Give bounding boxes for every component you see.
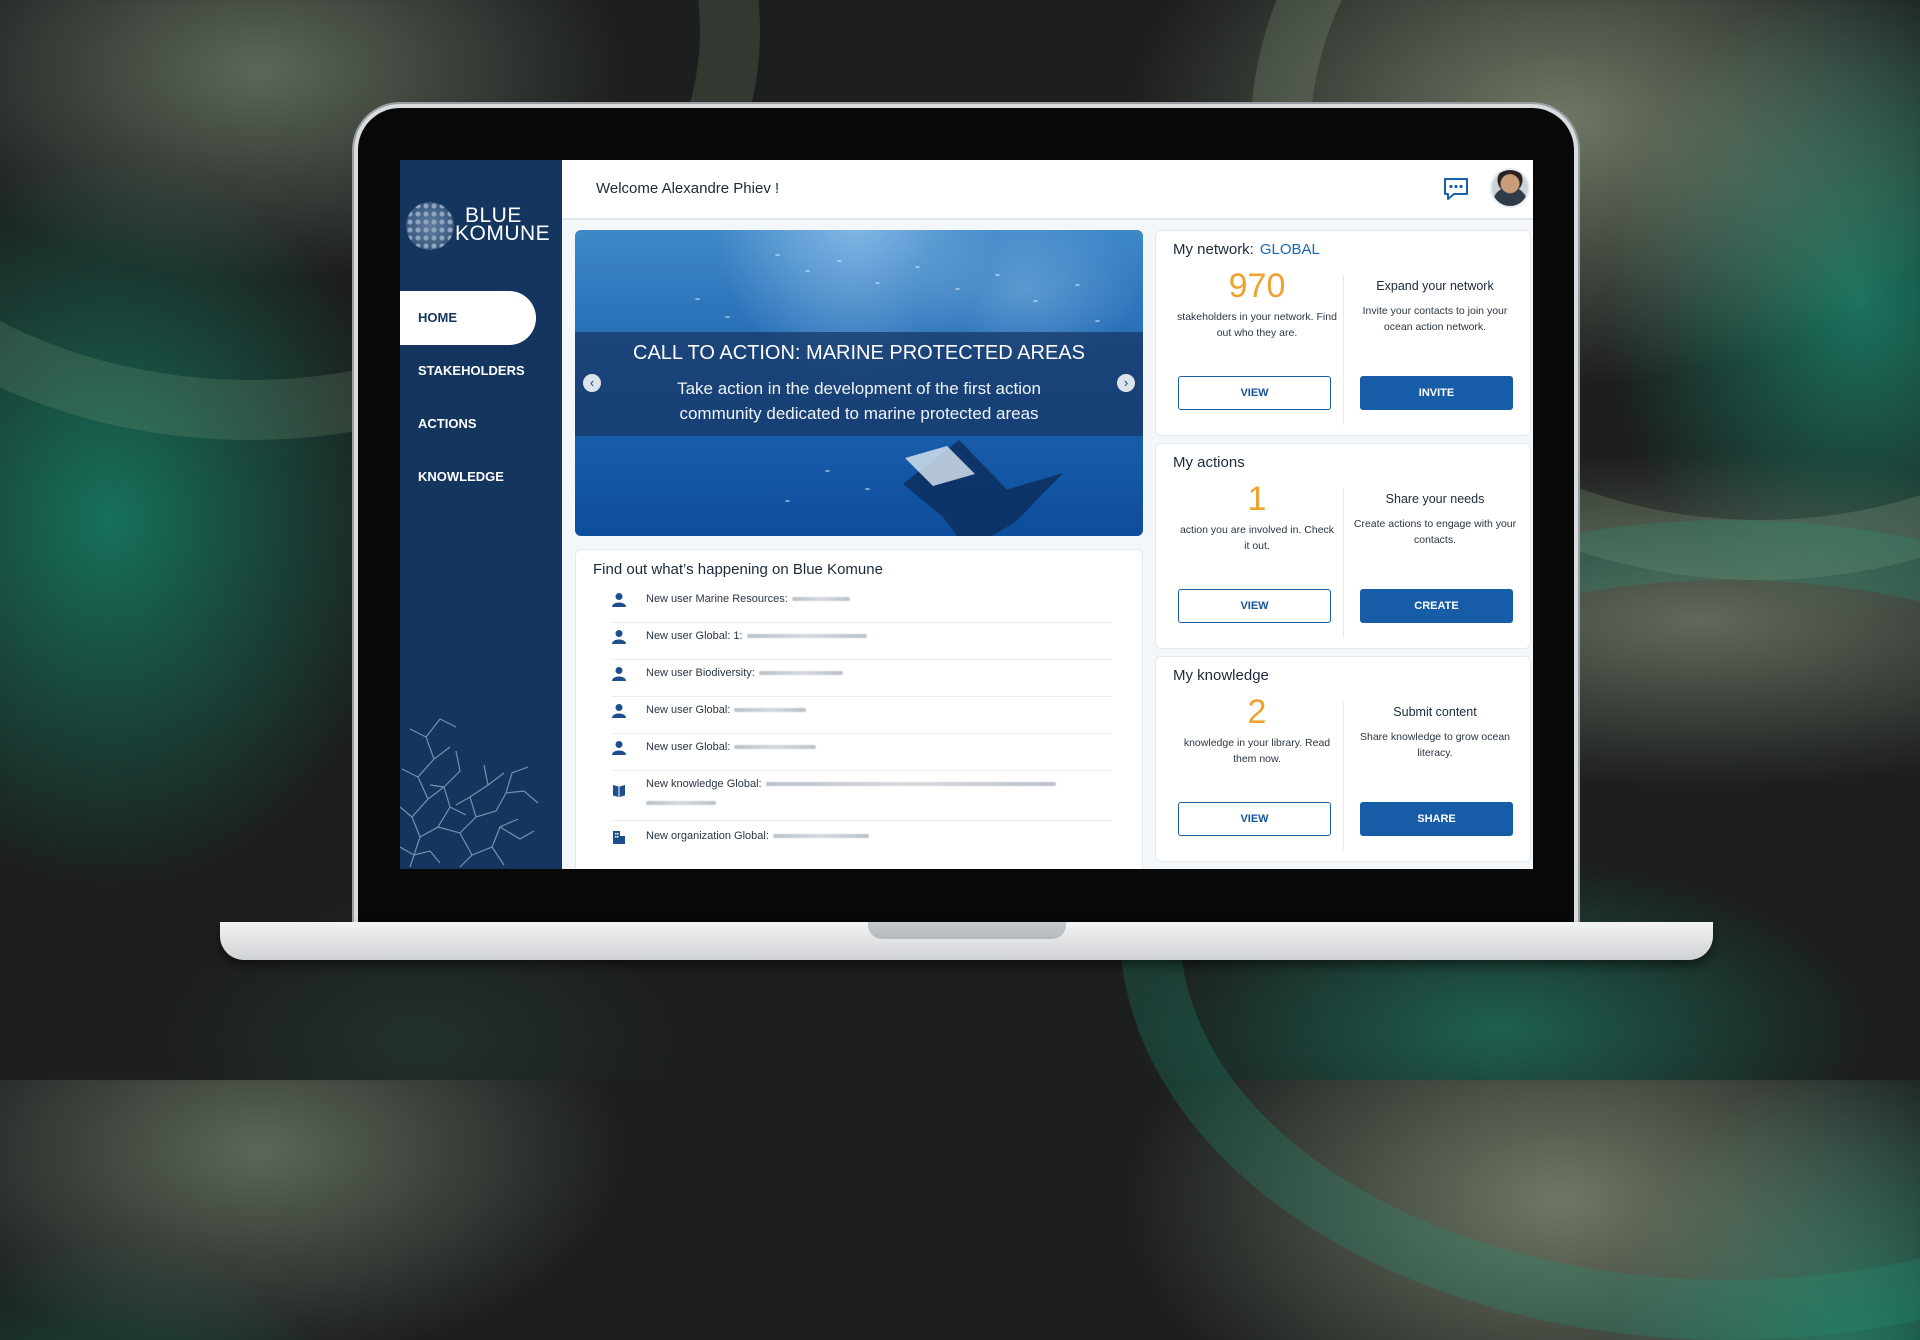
invite-button[interactable]: INVITE	[1360, 376, 1513, 410]
user-icon	[612, 704, 626, 718]
actions-card: My actions 1 action you are involved in.…	[1155, 443, 1531, 649]
share-button[interactable]: SHARE	[1360, 802, 1513, 836]
welcome-message: Welcome Alexandre Phiev !	[596, 180, 780, 197]
card-divider	[1343, 488, 1344, 638]
user-icon	[612, 593, 626, 607]
expand-network-description: Invite your contacts to join your ocean …	[1362, 305, 1508, 333]
user-icon	[612, 667, 626, 681]
share-needs-description: Create actions to engage with your conta…	[1353, 518, 1517, 546]
knowledge-count: 2	[1247, 693, 1267, 731]
actions-description: action you are involved in. Check it out…	[1179, 524, 1335, 552]
network-card: My network: GLOBAL 970 stakeholders in yo…	[1155, 230, 1531, 436]
view-knowledge-button[interactable]: VIEW	[1178, 802, 1331, 836]
feed-item[interactable]: New user Global:	[612, 733, 1112, 771]
knowledge-card: My knowledge 2 knowledge in your library…	[1155, 656, 1531, 862]
knowledge-card-title: My knowledge	[1173, 667, 1269, 684]
view-actions-button[interactable]: VIEW	[1178, 589, 1331, 623]
carousel-next-button[interactable]: ›	[1117, 374, 1135, 392]
feed-item[interactable]: New organization Global:	[612, 822, 1112, 859]
chevron-left-icon: ‹	[589, 375, 595, 390]
network-count: 970	[1228, 267, 1286, 305]
feed-item[interactable]: New user Global: 1:	[612, 622, 1112, 660]
knowledge-description: knowledge in your library. Read them now…	[1183, 737, 1331, 765]
feed-item[interactable]: New user Biodiversity:	[612, 659, 1112, 697]
share-needs-title: Share your needs	[1385, 492, 1485, 506]
user-icon	[612, 741, 626, 755]
feed-item-text: New user Global:	[646, 741, 731, 753]
view-network-button[interactable]: VIEW	[1178, 376, 1331, 410]
coral-logo-icon	[406, 202, 454, 250]
feed-title: Find out what’s happening on Blue Komune	[593, 561, 883, 578]
carousel-prev-button[interactable]: ‹	[583, 374, 601, 392]
building-icon	[613, 831, 625, 844]
hero-carousel[interactable]: CALL TO ACTION: MARINE PROTECTED AREAS T…	[575, 230, 1143, 536]
network-card-title: My network:	[1173, 241, 1254, 258]
chevron-right-icon: ›	[1123, 375, 1129, 390]
card-divider	[1343, 701, 1344, 851]
card-divider	[1343, 275, 1344, 425]
hero-title: CALL TO ACTION: MARINE PROTECTED AREAS	[633, 342, 1085, 364]
network-scope-link[interactable]: GLOBAL	[1260, 241, 1320, 258]
laptop-notch	[868, 922, 1066, 939]
top-bar: Welcome Alexandre Phiev !	[562, 160, 1533, 220]
user-avatar[interactable]	[1490, 168, 1530, 208]
sidebar: BLUE KOMUNE HOME STAKEHOLDERS ACTIONS KN…	[400, 160, 562, 869]
submit-content-description: Share knowledge to grow ocean literacy.	[1359, 731, 1510, 759]
expand-network-title: Expand your network	[1376, 279, 1494, 293]
feed-item-text: New knowledge Global:	[646, 778, 762, 790]
hero-text: Take action in the development of the fi…	[677, 379, 1041, 423]
feed-item[interactable]: New user Marine Resources:	[612, 585, 1112, 623]
coral-decoration-icon	[400, 718, 539, 868]
feed-item[interactable]: New user Global:	[612, 696, 1112, 734]
feed-item-text: New user Marine Resources:	[646, 593, 788, 605]
feed-item-text: New user Global: 1:	[646, 630, 743, 642]
feed-item-text: New user Global:	[646, 704, 731, 716]
sidebar-item-home[interactable]: HOME	[400, 291, 536, 345]
network-card-title-row: My network: GLOBAL	[1173, 241, 1320, 258]
logo[interactable]: BLUE KOMUNE	[404, 198, 550, 254]
actions-count: 1	[1247, 480, 1267, 518]
create-button[interactable]: CREATE	[1360, 589, 1513, 623]
user-icon	[612, 630, 626, 644]
logo-text-komune: KOMUNE	[455, 222, 551, 245]
chat-bubble-icon[interactable]	[1442, 176, 1470, 202]
sidebar-item-knowledge[interactable]: KNOWLEDGE	[400, 450, 536, 504]
submit-content-title: Submit content	[1393, 705, 1477, 719]
feed-item-text: New organization Global:	[646, 830, 769, 842]
network-description: stakeholders in your network. Find out w…	[1177, 311, 1337, 339]
feed-item[interactable]: New knowledge Global:	[612, 770, 1112, 821]
sidebar-item-actions[interactable]: ACTIONS	[400, 397, 536, 451]
actions-card-title: My actions	[1173, 454, 1245, 471]
book-icon	[613, 785, 625, 797]
feed-item-text: New user Biodiversity:	[646, 667, 755, 679]
activity-feed: Find out what’s happening on Blue Komune…	[575, 549, 1143, 869]
app-screen: BLUE KOMUNE HOME STAKEHOLDERS ACTIONS KN…	[400, 160, 1533, 869]
sidebar-item-stakeholders[interactable]: STAKEHOLDERS	[400, 344, 536, 398]
